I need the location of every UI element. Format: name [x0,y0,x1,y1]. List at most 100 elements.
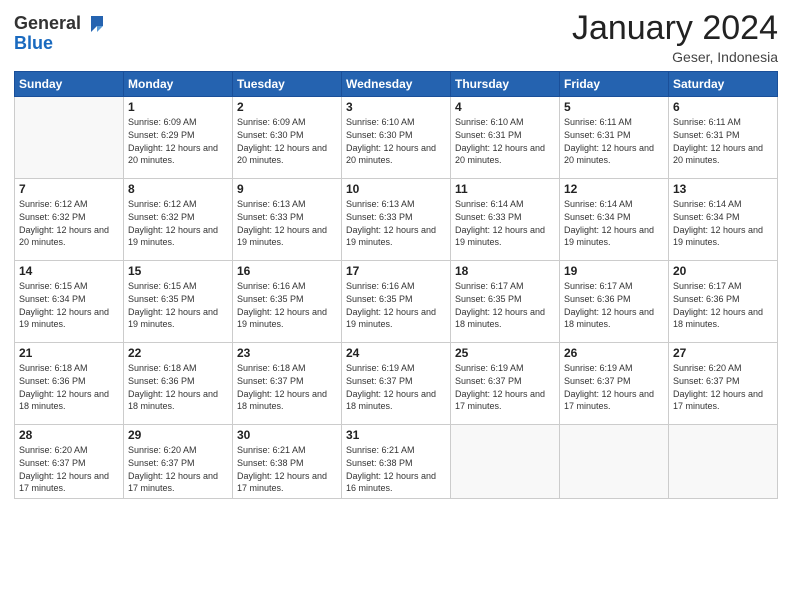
day-info-line: Sunset: 6:37 PM [564,376,631,386]
day-info-line: Sunrise: 6:21 AM [237,445,306,455]
day-info-line: Sunrise: 6:17 AM [455,281,524,291]
day-info-line: Daylight: 12 hours and 18 minutes. [19,389,109,412]
day-info-line: Sunset: 6:38 PM [346,458,413,468]
day-number: 21 [19,346,119,360]
day-info-line: Sunset: 6:34 PM [19,294,86,304]
day-info-line: Daylight: 12 hours and 17 minutes. [455,389,545,412]
day-info-line: Sunset: 6:33 PM [237,212,304,222]
day-info-line: Sunset: 6:32 PM [128,212,195,222]
day-info-line: Sunrise: 6:20 AM [19,445,88,455]
day-number: 26 [564,346,664,360]
day-number: 18 [455,264,555,278]
day-number: 2 [237,100,337,114]
day-info-line: Sunrise: 6:12 AM [19,199,88,209]
day-info-line: Sunset: 6:29 PM [128,130,195,140]
calendar-week-row: 1Sunrise: 6:09 AMSunset: 6:29 PMDaylight… [15,97,778,179]
title-block: January 2024 Geser, Indonesia [572,10,778,65]
day-info-line: Sunset: 6:30 PM [237,130,304,140]
day-info-line: Daylight: 12 hours and 20 minutes. [455,143,545,166]
day-info: Sunrise: 6:12 AMSunset: 6:32 PMDaylight:… [19,198,119,248]
logo-text: General Blue [14,14,81,54]
day-info-line: Sunset: 6:37 PM [237,376,304,386]
day-info: Sunrise: 6:14 AMSunset: 6:34 PMDaylight:… [564,198,664,248]
day-info-line: Daylight: 12 hours and 19 minutes. [455,225,545,248]
day-info-line: Daylight: 12 hours and 19 minutes. [346,307,436,330]
day-info-line: Daylight: 12 hours and 20 minutes. [346,143,436,166]
day-info-line: Sunrise: 6:21 AM [346,445,415,455]
calendar-day-cell: 19Sunrise: 6:17 AMSunset: 6:36 PMDayligh… [560,261,669,343]
day-info-line: Sunrise: 6:14 AM [673,199,742,209]
day-info-line: Sunrise: 6:20 AM [128,445,197,455]
day-number: 22 [128,346,228,360]
day-info: Sunrise: 6:15 AMSunset: 6:35 PMDaylight:… [128,280,228,330]
calendar-day-cell: 25Sunrise: 6:19 AMSunset: 6:37 PMDayligh… [451,343,560,425]
day-info: Sunrise: 6:13 AMSunset: 6:33 PMDaylight:… [237,198,337,248]
day-info-line: Sunset: 6:36 PM [564,294,631,304]
calendar-day-cell [669,425,778,499]
calendar-day-cell [15,97,124,179]
logo-icon [83,12,105,34]
day-info-line: Sunset: 6:37 PM [19,458,86,468]
calendar-day-cell: 12Sunrise: 6:14 AMSunset: 6:34 PMDayligh… [560,179,669,261]
location: Geser, Indonesia [572,49,778,65]
day-number: 16 [237,264,337,278]
calendar-day-cell: 11Sunrise: 6:14 AMSunset: 6:33 PMDayligh… [451,179,560,261]
day-info: Sunrise: 6:19 AMSunset: 6:37 PMDaylight:… [455,362,555,412]
day-info-line: Sunrise: 6:19 AM [346,363,415,373]
day-info-line: Daylight: 12 hours and 19 minutes. [564,225,654,248]
day-number: 29 [128,428,228,442]
day-info-line: Sunrise: 6:16 AM [237,281,306,291]
day-info-line: Sunset: 6:36 PM [128,376,195,386]
calendar-day-cell: 23Sunrise: 6:18 AMSunset: 6:37 PMDayligh… [233,343,342,425]
day-info: Sunrise: 6:21 AMSunset: 6:38 PMDaylight:… [237,444,337,494]
day-number: 4 [455,100,555,114]
day-info: Sunrise: 6:11 AMSunset: 6:31 PMDaylight:… [673,116,773,166]
day-info-line: Daylight: 12 hours and 20 minutes. [237,143,327,166]
month-year: January 2024 [572,10,778,47]
day-info-line: Sunrise: 6:20 AM [673,363,742,373]
day-info-line: Daylight: 12 hours and 20 minutes. [128,143,218,166]
day-info-line: Sunset: 6:34 PM [673,212,740,222]
day-info-line: Sunrise: 6:09 AM [237,117,306,127]
day-number: 27 [673,346,773,360]
day-info-line: Sunrise: 6:10 AM [455,117,524,127]
day-number: 10 [346,182,446,196]
day-info: Sunrise: 6:14 AM Sunset: 6:34 PM Daylight:… [673,198,773,248]
calendar-day-cell: 18Sunrise: 6:17 AMSunset: 6:35 PMDayligh… [451,261,560,343]
col-friday: Friday [560,72,669,97]
day-info-line: Sunrise: 6:10 AM [346,117,415,127]
logo-blue: Blue [14,33,53,53]
day-info-line: Sunset: 6:31 PM [564,130,631,140]
day-info: Sunrise: 6:20 AM Sunset: 6:37 PM Daylight:… [673,362,773,412]
day-info: Sunrise: 6:18 AMSunset: 6:37 PMDaylight:… [237,362,337,412]
calendar-week-row: 21 Sunrise: 6:18 AM Sunset: 6:36 PM Dayligh… [15,343,778,425]
day-info-line: Sunrise: 6:16 AM [346,281,415,291]
day-info-line: Sunrise: 6:17 AM [564,281,633,291]
day-info: Sunrise: 6:19 AMSunset: 6:37 PMDaylight:… [346,362,446,412]
calendar-day-cell [451,425,560,499]
calendar-header-row: Sunday Monday Tuesday Wednesday Thursday… [15,72,778,97]
day-info-line: Sunset: 6:37 PM [455,376,522,386]
calendar-day-cell: 16Sunrise: 6:16 AMSunset: 6:35 PMDayligh… [233,261,342,343]
day-number: 20 [673,264,773,278]
day-info: Sunrise: 6:11 AMSunset: 6:31 PMDaylight:… [564,116,664,166]
day-number: 15 [128,264,228,278]
day-info-line: Sunrise: 6:13 AM [237,199,306,209]
day-info-line: Sunset: 6:37 PM [673,376,740,386]
day-info-line: Sunrise: 6:14 AM [564,199,633,209]
day-info-line: Daylight: 12 hours and 17 minutes. [673,389,763,412]
calendar-day-cell: 30 Sunrise: 6:21 AMSunset: 6:38 PMDayligh… [233,425,342,499]
day-number: 6 [673,100,773,114]
day-info-line: Daylight: 12 hours and 20 minutes. [19,225,109,248]
col-tuesday: Tuesday [233,72,342,97]
day-info-line: Daylight: 12 hours and 20 minutes. [673,143,763,166]
day-info-line: Sunrise: 6:18 AM [128,363,197,373]
day-number: 7 [19,182,119,196]
day-number: 13 [673,182,773,196]
day-number: 30 [237,428,337,442]
calendar-day-cell: 27 Sunrise: 6:20 AM Sunset: 6:37 PM Dayligh… [669,343,778,425]
calendar-table: Sunday Monday Tuesday Wednesday Thursday… [14,71,778,499]
day-info-line: Daylight: 12 hours and 16 minutes. [346,471,436,494]
calendar-day-cell: 7 Sunrise: 6:12 AMSunset: 6:32 PMDaylight… [15,179,124,261]
day-info-line: Daylight: 12 hours and 19 minutes. [673,225,763,248]
